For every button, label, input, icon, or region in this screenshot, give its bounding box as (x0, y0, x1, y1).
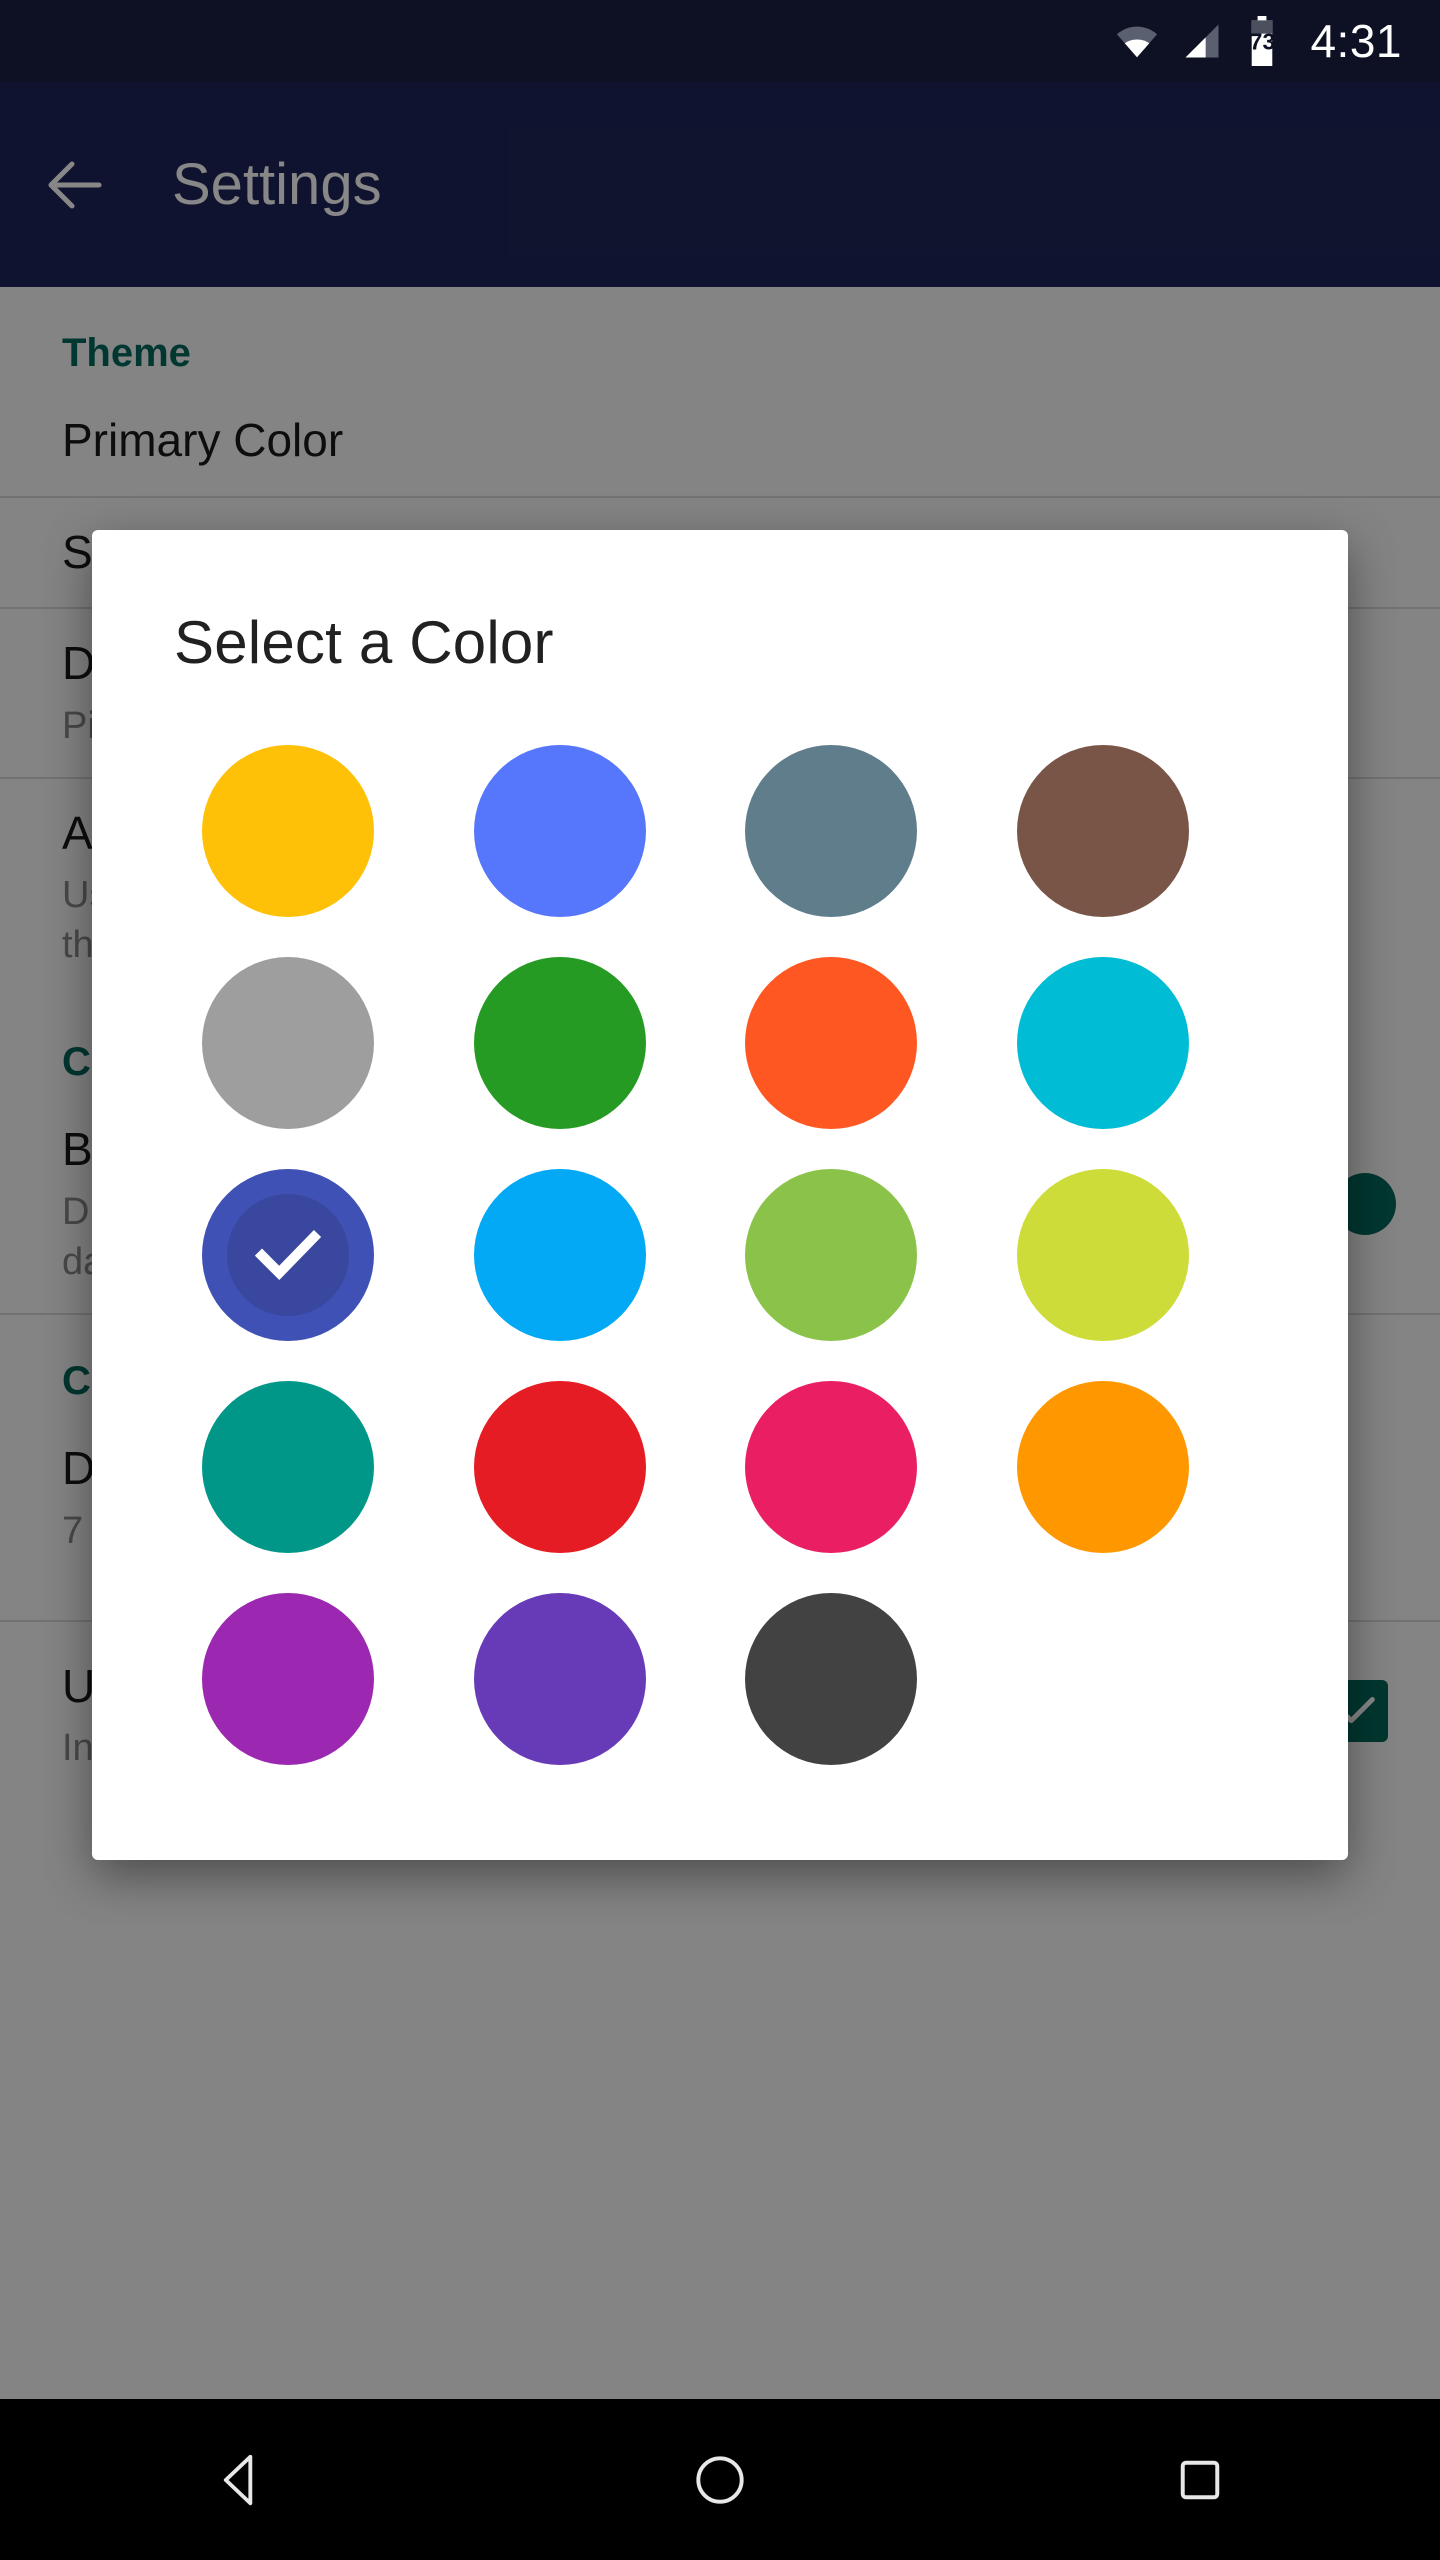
color-swatch-cyan[interactable] (1016, 957, 1189, 1129)
color-swatch-light-blue[interactable] (473, 1169, 646, 1341)
color-swatch-cell (202, 945, 474, 1141)
nav-home-button[interactable] (620, 2399, 820, 2560)
color-swatch-green[interactable] (473, 957, 646, 1129)
color-swatch-cell (202, 1369, 474, 1565)
color-swatch-cell (745, 1369, 1017, 1565)
nav-back-triangle-icon (223, 2454, 253, 2505)
color-swatch-red[interactable] (473, 1381, 646, 1553)
color-swatch-cell (1016, 1369, 1289, 1565)
color-swatch-cell (473, 1369, 746, 1565)
color-swatch-orange[interactable] (1016, 1381, 1189, 1553)
nav-recents-button[interactable] (1100, 2399, 1300, 2560)
color-swatch-indigo[interactable] (202, 1169, 374, 1341)
color-swatch-cell (202, 1581, 474, 1777)
color-swatch-blue[interactable] (473, 745, 646, 917)
wifi-icon (1114, 18, 1160, 64)
nav-back-button[interactable] (140, 2399, 340, 2560)
color-swatch-blue-grey[interactable] (745, 745, 917, 917)
color-swatch-cell (745, 1581, 1017, 1777)
color-swatch-grid (92, 733, 1348, 1777)
color-swatch-cell (473, 945, 746, 1141)
nav-recents-square-icon (1180, 2460, 1220, 2499)
color-swatch-teal[interactable] (202, 1381, 374, 1553)
color-swatch-cell (1016, 945, 1289, 1141)
battery-icon: 73 (1244, 16, 1280, 66)
dialog-title: Select a Color (174, 609, 554, 676)
color-swatch-cell (473, 1157, 746, 1353)
color-picker-dialog: Select a Color (92, 530, 1348, 1860)
color-swatch-black[interactable] (745, 1593, 917, 1765)
color-swatch-light-green[interactable] (745, 1169, 917, 1341)
color-swatch-lime[interactable] (1016, 1169, 1189, 1341)
color-swatch-cell (202, 1157, 474, 1353)
color-swatch-amber[interactable] (202, 745, 374, 917)
battery-percent-label: 73 (1249, 28, 1276, 55)
color-swatch-cell (473, 733, 746, 929)
color-swatch-cell (1016, 733, 1289, 929)
color-swatch-purple[interactable] (202, 1593, 374, 1765)
color-swatch-cell (745, 1157, 1017, 1353)
color-swatch-deep-orange[interactable] (745, 957, 917, 1129)
color-swatch-cell (745, 945, 1017, 1141)
color-swatch-pink[interactable] (745, 1381, 917, 1553)
color-swatch-deep-purple[interactable] (473, 1593, 646, 1765)
cellular-signal-icon (1180, 19, 1224, 63)
device-screen: Theme Primary Color Secondary Color Defa… (0, 0, 1440, 2560)
system-navigation-bar (0, 2399, 1440, 2560)
color-swatch-brown[interactable] (1016, 745, 1189, 917)
color-swatch-cell (202, 733, 474, 929)
color-swatch-cell (1016, 1157, 1289, 1353)
status-bar: 73 4:31 (0, 0, 1440, 82)
check-icon (254, 1230, 322, 1281)
color-swatch-cell (473, 1581, 746, 1777)
selected-swatch-inner (227, 1194, 349, 1316)
color-swatch-cell (745, 733, 1017, 929)
status-bar-clock: 4:31 (1310, 15, 1402, 67)
color-swatch-grey[interactable] (202, 957, 374, 1129)
nav-home-circle-icon (696, 2455, 744, 2504)
